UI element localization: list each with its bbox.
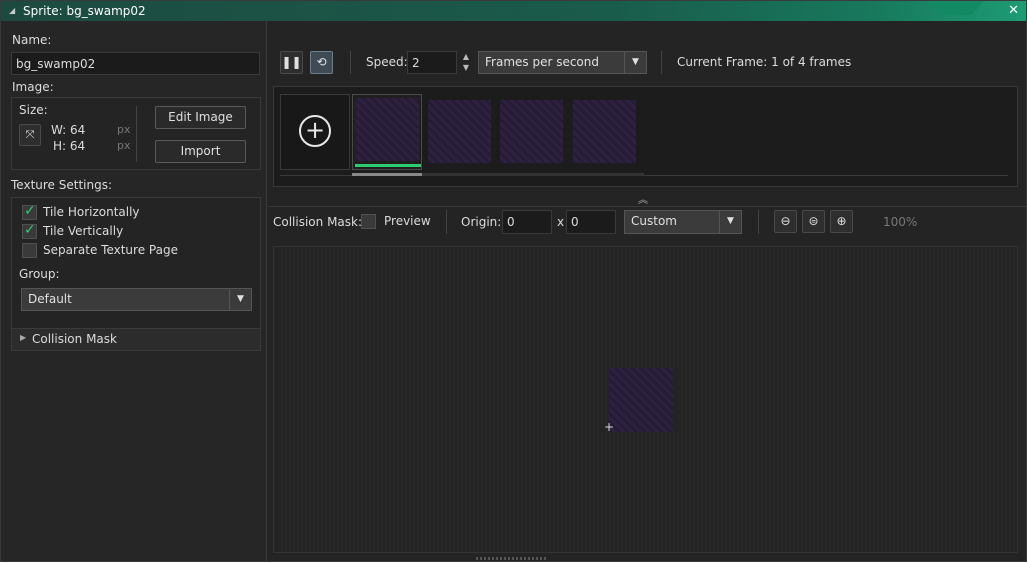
image-label: Image: [12, 80, 54, 94]
texture-settings-label: Texture Settings: [11, 178, 113, 192]
preview-checkbox[interactable] [361, 214, 376, 229]
zoom-in-icon[interactable]: ⊕ [830, 210, 853, 233]
size-label: Size: [19, 103, 48, 117]
collapse-triangle-icon[interactable]: ◢ [9, 6, 15, 15]
frame-image-1 [356, 98, 419, 161]
origin-label: Origin: [461, 215, 502, 229]
chevron-down-icon: ▼ [719, 211, 741, 233]
group-dropdown[interactable]: Default ▼ [21, 288, 252, 311]
tile-horizontally-label: Tile Horizontally [43, 205, 140, 219]
frame-selected-indicator [355, 164, 421, 167]
sprite-canvas[interactable]: + [273, 246, 1018, 553]
tile-vertically-checkbox[interactable] [22, 222, 37, 239]
title-bar[interactable]: ◢ Sprite: bg_swamp02 ✕ [1, 1, 1026, 21]
sprite-preview-area: ❚❚ ⟲ Speed: ▲▼ Frames per second ▼ Curre… [268, 21, 1026, 561]
frame-thumbnail-2[interactable] [428, 100, 491, 163]
height-unit: px [117, 139, 131, 152]
window-title: Sprite: bg_swamp02 [23, 4, 146, 18]
origin-y-input[interactable] [566, 210, 616, 234]
collision-mask-section[interactable]: ▶ Collision Mask [11, 328, 261, 351]
group-label: Group: [19, 267, 60, 281]
image-group: Size: ⤧ W: 64 H: 64 px px Edit Image Imp… [11, 97, 261, 170]
origin-mode-value: Custom [631, 214, 677, 228]
frame-thumbnail-4[interactable] [573, 100, 636, 163]
group-dropdown-value: Default [28, 292, 72, 306]
collapse-up-icon[interactable]: ︽ [638, 191, 648, 206]
sprite-editor-window: ◢ Sprite: bg_swamp02 ✕ Name: Image: Size… [0, 0, 1027, 562]
speed-label: Speed: [366, 55, 408, 69]
mask-divider-2 [758, 210, 759, 234]
name-input[interactable] [11, 52, 260, 75]
loop-icon[interactable]: ⟲ [310, 51, 333, 74]
zoom-out-icon[interactable]: ⊖ [774, 210, 797, 233]
title-notch-decoration [928, 1, 984, 15]
edit-image-button[interactable]: Edit Image [155, 106, 246, 129]
toolbar-divider-2 [661, 51, 662, 74]
frame-scrollbar-thumb[interactable] [352, 173, 422, 176]
mask-divider-1 [446, 210, 447, 234]
name-label: Name: [12, 33, 52, 47]
speed-unit-value: Frames per second [485, 55, 599, 69]
sprite-properties-panel: Name: Image: Size: ⤧ W: 64 H: 64 px px E… [1, 21, 267, 561]
tile-vertically-label: Tile Vertically [43, 224, 124, 238]
speed-input[interactable] [407, 51, 457, 74]
toolbar-divider-1 [350, 51, 351, 74]
width-unit: px [117, 123, 131, 136]
frame-thumbnail-3[interactable] [500, 100, 563, 163]
texture-settings-group: Tile Horizontally Tile Vertically Separa… [11, 197, 261, 336]
separate-texture-label: Separate Texture Page [43, 243, 178, 257]
frame-thumbnail-1[interactable] [352, 94, 422, 170]
frame-scrollbar[interactable] [352, 173, 644, 176]
height-value: H: 64 [53, 139, 86, 153]
speed-unit-dropdown[interactable]: Frames per second ▼ [478, 51, 647, 74]
resize-icon[interactable]: ⤧ [19, 124, 41, 146]
resize-grip-icon[interactable] [476, 557, 548, 560]
origin-x-separator: x [557, 215, 565, 229]
expand-triangle-icon: ▶ [20, 333, 27, 342]
chevron-down-icon: ▼ [624, 52, 646, 73]
import-button[interactable]: Import [155, 140, 246, 163]
origin-x-input[interactable] [502, 210, 552, 234]
frame-strip: + [273, 86, 1018, 187]
mask-bar-divider [268, 206, 1026, 207]
add-frame-button[interactable]: + [280, 94, 350, 170]
tile-horizontally-checkbox[interactable] [22, 203, 37, 220]
preview-label: Preview [384, 214, 431, 228]
current-frame-text: Current Frame: 1 of 4 frames [677, 55, 852, 69]
separate-texture-checkbox[interactable] [22, 243, 37, 258]
collision-mask-section-label: Collision Mask [32, 332, 117, 346]
pause-icon[interactable]: ❚❚ [280, 51, 303, 74]
sprite-preview-image [609, 368, 673, 432]
zoom-reset-icon[interactable]: ⊜ [802, 210, 825, 233]
add-frame-icon: + [299, 115, 331, 147]
width-value: W: 64 [51, 123, 86, 137]
chevron-down-icon: ▼ [229, 289, 251, 310]
image-divider [136, 106, 137, 162]
origin-crosshair-icon[interactable]: + [604, 420, 614, 434]
speed-stepper[interactable]: ▲ ▼ [460, 51, 472, 74]
close-icon[interactable]: ✕ [1008, 3, 1019, 18]
collision-mask-label: Collision Mask: [273, 215, 363, 229]
zoom-level: 100% [883, 215, 918, 229]
origin-mode-dropdown[interactable]: Custom ▼ [624, 210, 742, 234]
